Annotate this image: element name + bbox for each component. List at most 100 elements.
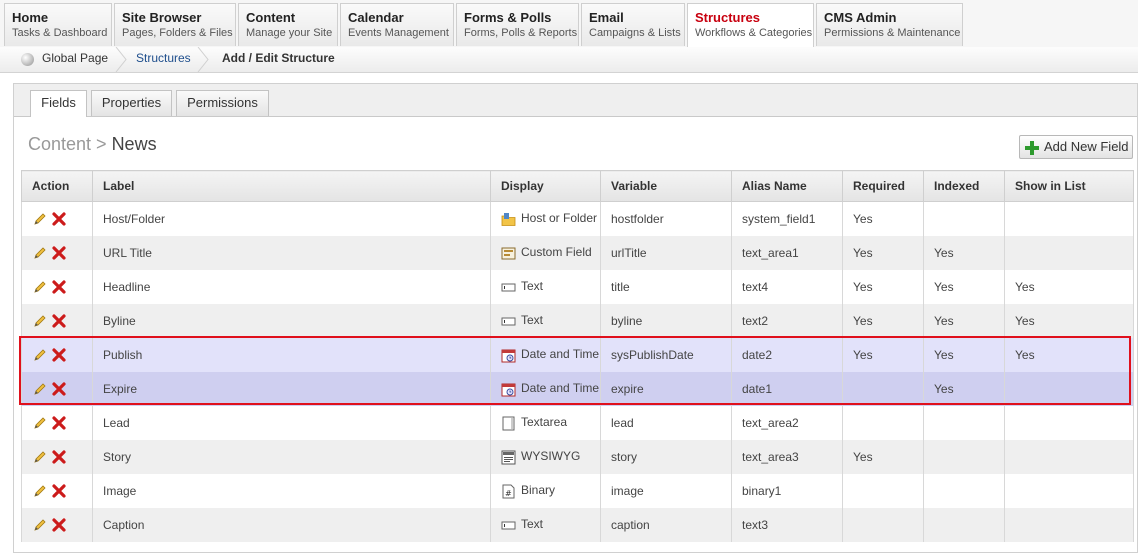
calendar-clock-icon [501,348,516,363]
table-row: Host/Folder Host or Folder hostfolder syste… [21,201,1134,236]
cell-label: Expire [92,372,491,406]
delete-x-icon[interactable] [51,313,67,329]
edit-pencil-icon[interactable] [32,483,48,499]
row-actions [21,236,93,270]
cell-variable: lead [600,406,732,440]
delete-x-icon[interactable] [51,279,67,295]
nav-tab-home[interactable]: Home Tasks & Dashboard [4,3,112,46]
nav-tab-calendar[interactable]: Calendar Events Management [340,3,454,46]
cell-display-text: Custom Field [521,245,592,260]
cell-display-text: Textarea [521,415,568,430]
cell-display: Custom Field [490,236,601,270]
cell-variable: story [600,440,732,474]
breadcrumb: Global Page Structures Add / Edit Struct… [0,47,1138,73]
cell-indexed [923,440,1005,474]
add-new-field-button[interactable]: Add New Field [1019,135,1133,159]
nav-tab-cms-admin[interactable]: CMS Admin Permissions & Maintenance [816,3,963,46]
nav-tab-title: Email [589,10,624,25]
cell-display-text: Date and Time [521,381,600,396]
cell-required [842,508,924,542]
edit-pencil-icon[interactable] [32,347,48,363]
edit-pencil-icon[interactable] [32,449,48,465]
edit-pencil-icon[interactable] [32,279,48,295]
edit-pencil-icon[interactable] [32,313,48,329]
table-row: Byline Text byline text2 Yes Yes Yes [21,304,1134,338]
edit-pencil-icon[interactable] [32,211,48,227]
nav-tab-title: Site Browser [122,10,202,25]
cell-display-text: Text [521,279,544,294]
nav-tab-title: Content [246,10,296,25]
edit-pencil-icon[interactable] [32,517,48,533]
breadcrumb-structures[interactable]: Structures [136,47,191,72]
cell-display: WYSIWYG [490,440,601,474]
cell-display-text: Host or Folder [521,211,598,226]
breadcrumb-separator-icon [197,47,209,72]
delete-x-icon[interactable] [51,449,67,465]
cell-show-in-list: Yes [1004,304,1134,338]
delete-x-icon[interactable] [51,245,67,261]
delete-x-icon[interactable] [51,483,67,499]
column-header-variable: Variable [600,170,732,202]
cell-display-text: Binary [521,483,556,498]
column-header-show-in-list: Show in List [1004,170,1134,202]
nav-tab-subtitle: Manage your Site [246,27,333,39]
edit-pencil-icon[interactable] [32,415,48,431]
cell-alias-name: text_area1 [731,236,843,270]
text-field-icon [501,314,516,329]
host-folder-icon [501,212,516,227]
column-header-indexed: Indexed [923,170,1005,202]
cell-variable: urlTitle [600,236,732,270]
structure-panel: Fields Properties Permissions Content > … [13,83,1138,553]
cell-variable: hostfolder [600,201,732,236]
cell-variable: expire [600,372,732,406]
cell-variable: image [600,474,732,508]
nav-tab-email[interactable]: Email Campaigns & Lists [581,3,685,46]
cell-show-in-list: Yes [1004,270,1134,304]
cell-label: Host/Folder [92,201,491,236]
cell-display-text: Text [521,517,544,532]
cell-indexed: Yes [923,270,1005,304]
delete-x-icon[interactable] [51,415,67,431]
edit-pencil-icon[interactable] [32,381,48,397]
add-new-field-label: Add New Field [1044,139,1129,154]
edit-pencil-icon[interactable] [32,245,48,261]
cell-required: Yes [842,440,924,474]
nav-tab-structures[interactable]: Structures Workflows & Categories [687,3,814,48]
table-row: Publish Date and Time sysPublishDate date2 Y… [21,338,1134,372]
nav-tab-subtitle: Pages, Folders & Files [122,27,233,39]
fields-table: Action Label Display Variable Alias Name… [21,170,1134,542]
plus-icon [1025,141,1039,155]
row-actions [21,406,93,440]
nav-tab-content[interactable]: Content Manage your Site [238,3,338,46]
cell-indexed [923,406,1005,440]
cell-variable: caption [600,508,732,542]
cell-required: Yes [842,236,924,270]
nav-tab-title: CMS Admin [824,10,897,25]
nav-tab-subtitle: Workflows & Categories [695,27,813,39]
text-field-icon [501,518,516,533]
nav-tab-forms-polls[interactable]: Forms & Polls Forms, Polls & Reports [456,3,579,46]
cell-required [842,474,924,508]
tab-permissions[interactable]: Permissions [176,90,269,116]
nav-tab-title: Forms & Polls [464,10,552,25]
nav-tab-title: Calendar [348,10,404,25]
table-header-row: Action Label Display Variable Alias Name… [21,170,1134,202]
tab-properties[interactable]: Properties [91,90,172,116]
cell-indexed: Yes [923,372,1005,406]
cell-display: Textarea [490,406,601,440]
nav-tab-subtitle: Tasks & Dashboard [12,27,108,39]
nav-tab-site-browser[interactable]: Site Browser Pages, Folders & Files [114,3,236,46]
delete-x-icon[interactable] [51,517,67,533]
nav-tab-subtitle: Forms, Polls & Reports [464,27,578,39]
binary-icon: # [501,484,516,499]
tab-fields[interactable]: Fields [30,90,87,117]
delete-x-icon[interactable] [51,381,67,397]
delete-x-icon[interactable] [51,347,67,363]
delete-x-icon[interactable] [51,211,67,227]
breadcrumb-separator-icon [115,47,127,72]
cell-show-in-list: Yes [1004,338,1134,372]
cell-label: Byline [92,304,491,338]
page-title-parent[interactable]: Content [28,134,91,154]
breadcrumb-global-page[interactable]: Global Page [42,47,108,72]
cell-indexed [923,474,1005,508]
